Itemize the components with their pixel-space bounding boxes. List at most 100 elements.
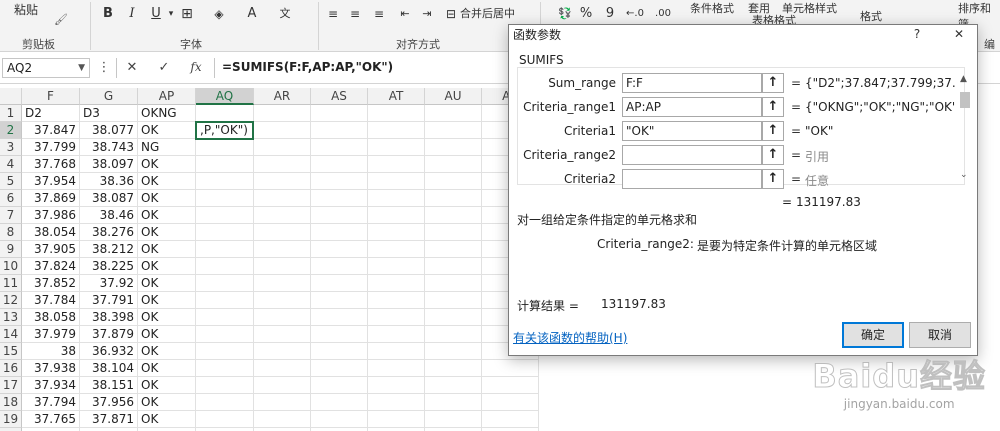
cell-ar2[interactable] bbox=[254, 122, 311, 139]
decrease-indent-icon[interactable]: ⇤ bbox=[398, 4, 412, 24]
function-help-link[interactable]: 有关该函数的帮助(H) bbox=[513, 329, 627, 346]
cell-at19[interactable] bbox=[368, 411, 425, 428]
cell-au8[interactable] bbox=[425, 224, 482, 241]
cell-as8[interactable] bbox=[311, 224, 368, 241]
cell-aq12[interactable] bbox=[196, 292, 254, 309]
collapse-dialog-icon[interactable]: ↑ bbox=[762, 121, 784, 141]
cell-ar14[interactable] bbox=[254, 326, 311, 343]
cell-g10[interactable]: 38.225 bbox=[80, 258, 138, 275]
cell-at2[interactable] bbox=[368, 122, 425, 139]
cell-ap12[interactable]: OK bbox=[138, 292, 196, 309]
cell-aq16[interactable] bbox=[196, 360, 254, 377]
fill-color-icon[interactable]: ◈ bbox=[212, 4, 226, 24]
column-header-aq[interactable]: AQ bbox=[196, 88, 254, 105]
cell-au15[interactable] bbox=[425, 343, 482, 360]
cell-f18[interactable]: 37.794 bbox=[22, 394, 80, 411]
cell-as15[interactable] bbox=[311, 343, 368, 360]
cell-f5[interactable]: 37.954 bbox=[22, 173, 80, 190]
row-header[interactable]: 16 bbox=[0, 360, 22, 377]
underline-button[interactable]: U bbox=[148, 4, 164, 24]
borders-icon[interactable]: ⊞ bbox=[180, 4, 194, 24]
help-button[interactable]: ? bbox=[907, 27, 927, 41]
cell-as9[interactable] bbox=[311, 241, 368, 258]
cell-ap1[interactable]: OKNG bbox=[138, 105, 196, 122]
cell-f8[interactable]: 38.054 bbox=[22, 224, 80, 241]
cell-as14[interactable] bbox=[311, 326, 368, 343]
collapse-dialog-icon[interactable]: ↑ bbox=[762, 73, 784, 93]
cell-ar16[interactable] bbox=[254, 360, 311, 377]
cell-ar3[interactable] bbox=[254, 139, 311, 156]
cell-g6[interactable]: 38.087 bbox=[80, 190, 138, 207]
cell-g11[interactable]: 37.92 bbox=[80, 275, 138, 292]
percent-button[interactable]: % bbox=[578, 4, 594, 24]
cell-at6[interactable] bbox=[368, 190, 425, 207]
cell-ar1[interactable] bbox=[254, 105, 311, 122]
cell-ar7[interactable] bbox=[254, 207, 311, 224]
cell-aq4[interactable] bbox=[196, 156, 254, 173]
cell-au2[interactable] bbox=[425, 122, 482, 139]
cell-aq6[interactable] bbox=[196, 190, 254, 207]
row-header[interactable]: 4 bbox=[0, 156, 22, 173]
format-painter-icon[interactable]: 🖌 bbox=[54, 10, 68, 30]
cell-ap6[interactable]: OK bbox=[138, 190, 196, 207]
column-header-at[interactable]: AT bbox=[368, 88, 425, 105]
cell-as13[interactable] bbox=[311, 309, 368, 326]
cell-aq5[interactable] bbox=[196, 173, 254, 190]
cell-aq10[interactable] bbox=[196, 258, 254, 275]
row-header[interactable]: 14 bbox=[0, 326, 22, 343]
row-header[interactable]: 18 bbox=[0, 394, 22, 411]
cell-g18[interactable]: 37.956 bbox=[80, 394, 138, 411]
bold-button[interactable]: B bbox=[100, 4, 116, 24]
column-header-g[interactable]: G bbox=[80, 88, 138, 105]
increase-decimal-icon[interactable]: ←.0 bbox=[624, 4, 646, 24]
merge-center-button[interactable]: 合并后居中 bbox=[460, 4, 532, 24]
row-header[interactable]: 13 bbox=[0, 309, 22, 326]
chevron-down-icon[interactable]: ▾ bbox=[166, 4, 176, 24]
cell-av17[interactable] bbox=[482, 377, 539, 394]
enter-icon[interactable]: ✓ bbox=[154, 60, 174, 75]
conditional-format-button[interactable]: 条件格式 bbox=[690, 0, 734, 16]
arg-input[interactable] bbox=[622, 169, 762, 189]
cell-g2[interactable]: 38.077 bbox=[80, 122, 138, 139]
cell-f15[interactable]: 38 bbox=[22, 343, 80, 360]
cell-as1[interactable] bbox=[311, 105, 368, 122]
cell-ap11[interactable]: OK bbox=[138, 275, 196, 292]
cell-au18[interactable] bbox=[425, 394, 482, 411]
row-header[interactable]: 8 bbox=[0, 224, 22, 241]
cell-aq3[interactable] bbox=[196, 139, 254, 156]
cell-ap3[interactable]: NG bbox=[138, 139, 196, 156]
row-header[interactable]: 12 bbox=[0, 292, 22, 309]
cell-ar12[interactable] bbox=[254, 292, 311, 309]
cell-at8[interactable] bbox=[368, 224, 425, 241]
cell-g1[interactable]: D3 bbox=[80, 105, 138, 122]
cell-as19[interactable] bbox=[311, 411, 368, 428]
cell-av16[interactable] bbox=[482, 360, 539, 377]
cell-au1[interactable] bbox=[425, 105, 482, 122]
cell-ap2[interactable]: OK bbox=[138, 122, 196, 139]
cell-g16[interactable]: 38.104 bbox=[80, 360, 138, 377]
cell-at18[interactable] bbox=[368, 394, 425, 411]
cell-au19[interactable] bbox=[425, 411, 482, 428]
cell-as2[interactable] bbox=[311, 122, 368, 139]
ok-button[interactable]: 确定 bbox=[842, 322, 904, 348]
cell-at13[interactable] bbox=[368, 309, 425, 326]
cell-f19[interactable]: 37.765 bbox=[22, 411, 80, 428]
cell-ap17[interactable]: OK bbox=[138, 377, 196, 394]
cell-ar8[interactable] bbox=[254, 224, 311, 241]
more-icon[interactable]: ⋮ bbox=[94, 60, 114, 75]
cell-aq19[interactable] bbox=[196, 411, 254, 428]
arg-input[interactable]: AP:AP bbox=[622, 97, 762, 117]
align-right-icon[interactable]: ≡ bbox=[372, 4, 386, 24]
cell-as10[interactable] bbox=[311, 258, 368, 275]
cell-at16[interactable] bbox=[368, 360, 425, 377]
collapse-dialog-icon[interactable]: ↑ bbox=[762, 169, 784, 189]
arguments-scrollbar[interactable]: ▲ ⌄ bbox=[958, 74, 972, 184]
cell-aq8[interactable] bbox=[196, 224, 254, 241]
column-header-au[interactable]: AU bbox=[425, 88, 482, 105]
cell-styles-button[interactable]: 单元格样式 bbox=[782, 0, 837, 16]
cell-at11[interactable] bbox=[368, 275, 425, 292]
cell-as18[interactable] bbox=[311, 394, 368, 411]
cell-ar13[interactable] bbox=[254, 309, 311, 326]
row-header[interactable]: 9 bbox=[0, 241, 22, 258]
cell-as3[interactable] bbox=[311, 139, 368, 156]
